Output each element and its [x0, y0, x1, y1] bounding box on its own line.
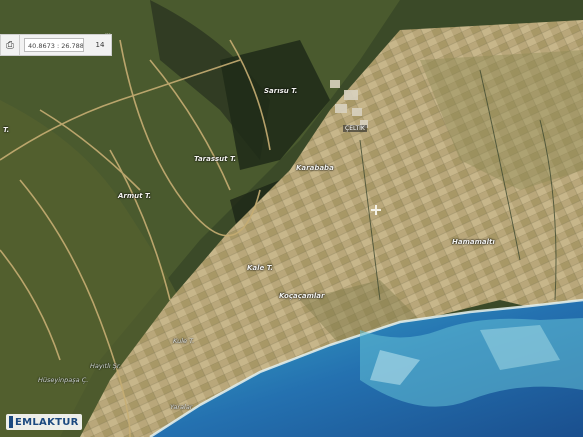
printer-icon[interactable]: ⎙: [1, 35, 20, 55]
emlaktur-logo: EMLAKTUR: [6, 414, 82, 430]
place-label-left-edge: T.: [3, 126, 10, 134]
place-label-huseyinpasa: Hüseyinpaşa Ç.: [38, 376, 89, 384]
place-label-kocacamlar: Koçaçamlar: [279, 292, 325, 300]
place-label-armut: Armut T.: [118, 192, 152, 200]
top-cut-label: ...: [105, 29, 111, 36]
place-label-sarisu: Sarısu T.: [264, 87, 298, 95]
map-imagery: [0, 0, 583, 437]
logo-text: EMLAKTUR: [15, 416, 79, 428]
place-label-hamamalti: Hamamaltı: [452, 238, 495, 246]
place-label-kule: Kule T.: [173, 337, 195, 345]
satellite-map[interactable]: ⎙ 40.8673 : 26.7883 14 ... ÇELTİK Sarısu…: [0, 0, 583, 437]
place-label-kale: Kale T.: [247, 264, 273, 272]
village-label: ÇELTİK: [343, 125, 367, 132]
place-label-karababa: Karababa: [296, 164, 334, 172]
place-label-tarassut: Tarassut T.: [194, 155, 237, 163]
zoom-level: 14: [95, 41, 105, 49]
coordinate-readout: 40.8673 : 26.7883: [24, 38, 84, 52]
place-label-hayitli: Hayıtlı Şr.: [90, 362, 122, 370]
place-label-yaralar: Yaralar: [170, 403, 193, 411]
logo-mark-icon: [9, 416, 13, 428]
map-toolbar: ⎙ 40.8673 : 26.7883 14: [0, 34, 112, 56]
